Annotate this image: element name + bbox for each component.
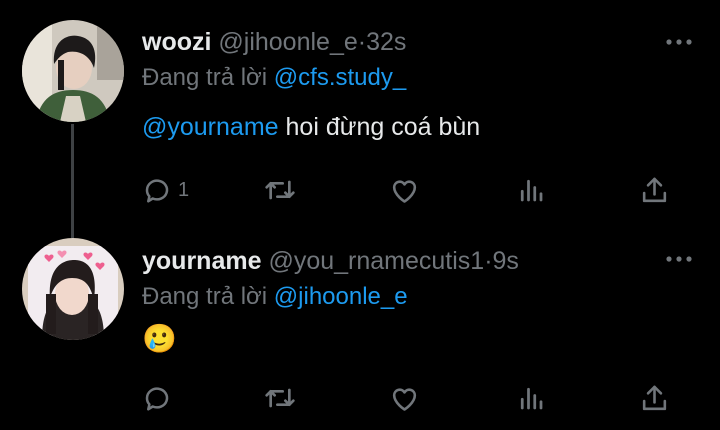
retweet-button[interactable] xyxy=(264,378,296,418)
action-bar xyxy=(0,378,720,418)
more-icon xyxy=(666,39,692,45)
more-options-button[interactable] xyxy=(664,249,694,269)
views-button[interactable] xyxy=(516,378,546,418)
replying-to-link[interactable]: @jihoonle_e xyxy=(274,283,408,310)
reply-count: 1 xyxy=(178,178,190,201)
more-icon xyxy=(666,256,692,262)
more-options-button[interactable] xyxy=(664,32,694,52)
share-icon xyxy=(642,177,667,202)
tweet[interactable]: woozi @jihoonle_e·32s Đang trả lời @cfs.… xyxy=(0,0,720,232)
replying-prefix: Đang trả lời xyxy=(142,283,268,310)
like-icon xyxy=(392,179,417,203)
tweet-header: yourname @you_rnamecutis1·9s xyxy=(142,247,519,276)
tweet[interactable]: yourname @you_rnamecutis1·9s Đang trả lờ… xyxy=(0,232,720,430)
separator-dot: · xyxy=(357,28,367,56)
avatar[interactable] xyxy=(22,20,124,122)
separator-dot: · xyxy=(484,247,493,275)
display-name[interactable]: yourname xyxy=(142,247,261,275)
replying-to-link[interactable]: @cfs.study_ xyxy=(274,64,406,91)
reply-button[interactable]: 1 xyxy=(142,170,189,210)
display-name[interactable]: woozi xyxy=(142,28,211,56)
user-handle[interactable]: @jihoonle_e xyxy=(218,28,357,56)
retweet-button[interactable] xyxy=(264,170,296,210)
views-icon xyxy=(520,387,543,410)
avatar[interactable] xyxy=(22,238,124,340)
tweet-text: 🥲 xyxy=(142,322,177,355)
like-icon xyxy=(392,387,417,411)
user-handle[interactable]: @you_rnamecutis1 xyxy=(268,247,484,275)
reply-icon xyxy=(145,387,169,411)
tweet-text-content: hoi đừng coá bùn xyxy=(285,113,481,141)
reply-icon xyxy=(145,179,169,203)
share-button[interactable] xyxy=(639,170,670,210)
views-button[interactable] xyxy=(516,170,546,210)
like-button[interactable] xyxy=(389,170,420,210)
timestamp[interactable]: 9s xyxy=(493,247,519,275)
replying-prefix: Đang trả lời xyxy=(142,64,268,91)
tweet-text: @yourname hoi đừng coá bùn xyxy=(142,113,480,142)
tweet-emoji: 🥲 xyxy=(142,323,177,354)
share-icon xyxy=(642,385,667,410)
share-button[interactable] xyxy=(639,378,670,418)
retweet-icon xyxy=(265,180,295,200)
timestamp[interactable]: 32s xyxy=(366,28,406,56)
replying-to: Đang trả lời @jihoonle_e xyxy=(142,283,408,311)
views-icon xyxy=(520,179,543,202)
reply-button[interactable] xyxy=(142,378,178,418)
replying-to: Đang trả lời @cfs.study_ xyxy=(142,64,406,92)
retweet-icon xyxy=(265,388,295,408)
tweet-header: woozi @jihoonle_e·32s xyxy=(142,28,406,57)
mention-link[interactable]: @yourname xyxy=(142,113,279,141)
action-bar: 1 xyxy=(0,170,720,210)
like-button[interactable] xyxy=(389,378,420,418)
